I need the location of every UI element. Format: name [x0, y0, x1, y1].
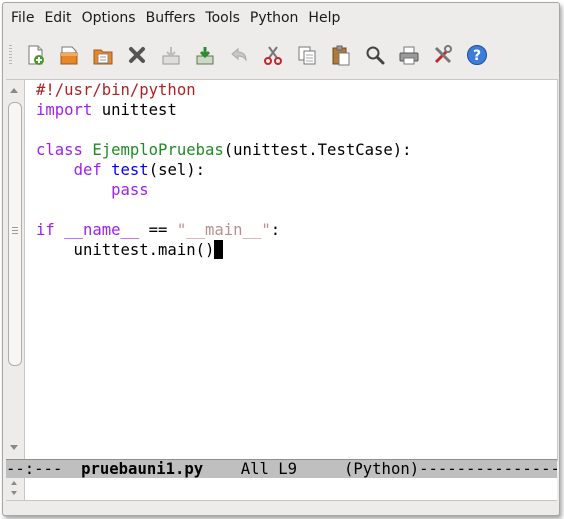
- scroll-up-arrow-icon[interactable]: [10, 88, 18, 93]
- cut-button[interactable]: [260, 42, 286, 68]
- code-line[interactable]: #!/usr/bin/python: [36, 80, 557, 100]
- code-line[interactable]: class EjemploPruebas(unittest.TestCase):: [36, 140, 557, 160]
- code-token: test: [111, 161, 149, 179]
- modeline-position: All L9: [203, 460, 344, 478]
- help-icon: ?: [467, 45, 487, 65]
- modeline-prefix: --:---: [6, 460, 82, 478]
- undo-button[interactable]: [226, 42, 252, 68]
- code-token: (sel):: [148, 161, 206, 179]
- print-button[interactable]: [396, 42, 422, 68]
- code-token: (unittest.TestCase):: [223, 141, 412, 159]
- scroll-down-arrow-icon[interactable]: [10, 445, 18, 450]
- new-file-button[interactable]: [22, 42, 48, 68]
- scrollbar-thumb[interactable]: [8, 102, 22, 366]
- code-token: #!/usr/bin/python: [36, 81, 196, 99]
- code-token: "__main__": [176, 221, 271, 239]
- cut-icon: [264, 46, 282, 65]
- code-line[interactable]: unittest.main(): [36, 240, 557, 260]
- open-directory-icon: [93, 49, 113, 65]
- save-icon: [162, 47, 180, 65]
- code-token: __name__: [64, 221, 140, 239]
- print-icon: [399, 46, 419, 65]
- menu-edit[interactable]: Edit: [40, 3, 75, 33]
- open-file-icon: [60, 46, 78, 65]
- code-token: import: [36, 101, 93, 119]
- save-as-icon: [196, 47, 214, 65]
- open-directory-button[interactable]: [90, 42, 116, 68]
- emacs-window: File Edit Options Buffers Tools Python H…: [2, 2, 560, 516]
- menu-file[interactable]: File: [7, 3, 38, 33]
- close-buffer-icon: [129, 47, 145, 63]
- svg-text:?: ?: [473, 48, 481, 64]
- menu-options[interactable]: Options: [78, 3, 140, 33]
- help-button[interactable]: ?: [464, 42, 490, 68]
- search-button[interactable]: [362, 42, 388, 68]
- mode-line: --:--- pruebauni1.py All L9 (Python)----…: [6, 459, 557, 479]
- code-token: def: [73, 161, 102, 179]
- minibuffer[interactable]: [6, 478, 557, 501]
- menu-help[interactable]: Help: [304, 3, 344, 33]
- preferences-icon: [434, 45, 452, 64]
- copy-button[interactable]: [294, 42, 320, 68]
- thumb-grip-icon: [12, 227, 18, 235]
- editor-buffer[interactable]: #!/usr/bin/python import unittest class Ej…: [6, 79, 558, 461]
- paste-button[interactable]: [328, 42, 354, 68]
- menu-buffers[interactable]: Buffers: [142, 3, 200, 33]
- code-line[interactable]: if __name__ == "__main__":: [36, 220, 557, 240]
- modeline-buffer-name[interactable]: pruebauni1.py: [81, 460, 203, 478]
- code-token: EjemploPruebas: [92, 141, 224, 159]
- code-line[interactable]: def test(sel):: [36, 160, 557, 180]
- save-as-button[interactable]: [192, 42, 218, 68]
- undo-icon: [231, 47, 247, 62]
- modeline-fill: -------------------------: [419, 460, 557, 478]
- toolbar: ?: [3, 37, 559, 73]
- menu-tools[interactable]: Tools: [201, 3, 244, 33]
- new-file-icon: [28, 45, 44, 65]
- preferences-button[interactable]: [430, 42, 456, 68]
- code-token: unittest.main(): [36, 241, 215, 259]
- code-token: :: [270, 221, 281, 239]
- code-line[interactable]: [36, 120, 557, 140]
- modeline-mode[interactable]: (Python): [344, 460, 419, 478]
- code-line[interactable]: [36, 200, 557, 220]
- menu-python[interactable]: Python: [246, 3, 303, 33]
- code-token: if: [36, 221, 55, 239]
- search-icon: [366, 46, 385, 65]
- code-token: unittest: [92, 101, 177, 119]
- minibuffer-scrollbar[interactable]: [6, 478, 25, 500]
- copy-icon: [298, 46, 316, 65]
- save-button[interactable]: [158, 42, 184, 68]
- minibuffer-up-arrow-icon[interactable]: [11, 481, 17, 485]
- code-token: pass: [111, 181, 149, 199]
- close-buffer-button[interactable]: [124, 42, 150, 68]
- open-file-button[interactable]: [56, 42, 82, 68]
- paste-icon: [332, 45, 350, 66]
- menubar: File Edit Options Buffers Tools Python H…: [3, 3, 559, 33]
- code-token: ==: [139, 221, 177, 239]
- toolbar-grip[interactable]: [9, 45, 12, 65]
- code-area[interactable]: #!/usr/bin/python import unittest class Ej…: [36, 80, 557, 460]
- text-cursor: [214, 240, 224, 259]
- code-token: class: [36, 141, 83, 159]
- code-line[interactable]: pass: [36, 180, 557, 200]
- vertical-scrollbar[interactable]: [6, 80, 25, 460]
- code-line[interactable]: import unittest: [36, 100, 557, 120]
- minibuffer-down-arrow-icon[interactable]: [11, 491, 17, 495]
